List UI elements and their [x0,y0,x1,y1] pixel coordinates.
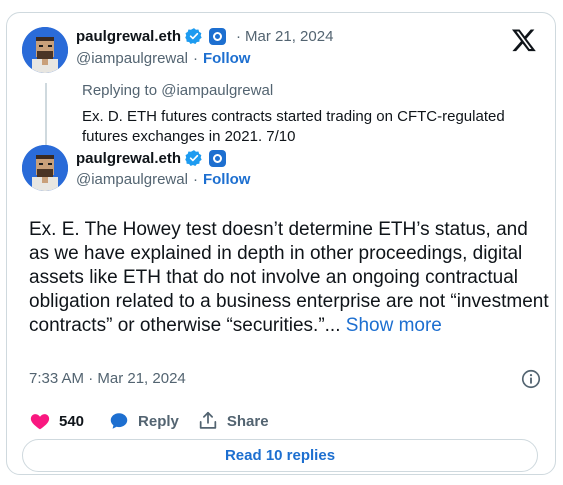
show-more-link[interactable]: Show more [346,315,442,336]
read-replies-button[interactable]: Read 10 replies [22,439,538,472]
tweet-body: Ex. E. The Howey test doesn’t determine … [29,219,549,336]
display-name[interactable]: paulgrewal.eth [76,28,181,45]
reply-button[interactable]: Reply [108,410,179,432]
main-author-row: paulgrewal.eth [76,149,227,167]
verified-badge-icon [185,150,202,166]
tweet-timestamp[interactable]: 7:33 AM · Mar 21, 2024 [29,370,186,387]
like-button[interactable]: 540 [29,410,84,432]
share-button[interactable]: Share [197,410,269,432]
reply-bubble-icon [110,413,128,429]
parent-handle-row: @iampaulgrewal · Follow [76,50,250,67]
parent-author-row: paulgrewal.eth · Mar 21, 2024 [76,27,333,45]
x-logo-icon[interactable] [511,27,537,53]
org-badge-icon [209,149,227,167]
display-name[interactable]: paulgrewal.eth [76,150,181,167]
share-icon [199,411,217,429]
thread-line [45,83,47,151]
separator: · [192,50,198,67]
info-icon[interactable] [520,368,542,390]
replying-to-label[interactable]: Replying to @iampaulgrewal [82,82,273,99]
heart-icon [30,414,50,430]
parent-tweet-text: Ex. D. ETH futures contracts started tra… [82,108,505,145]
separator: · [192,171,198,188]
separator: · [236,27,242,45]
org-badge-icon [209,27,227,45]
tweet-embed-card: paulgrewal.eth · Mar 21, 2024 @iampaulgr… [6,12,556,475]
tweet-text: Ex. E. The Howey test doesn’t determine … [29,218,549,338]
main-handle-row: @iampaulgrewal · Follow [76,171,250,188]
avatar[interactable] [22,27,68,73]
like-count: 540 [59,412,85,430]
tweet-date[interactable]: Mar 21, 2024 [245,28,333,45]
handle[interactable]: @iampaulgrewal [76,50,188,67]
share-label: Share [226,412,269,430]
handle[interactable]: @iampaulgrewal [76,171,188,188]
reply-label: Reply [138,412,179,430]
follow-button[interactable]: Follow [203,50,251,67]
verified-badge-icon [185,28,202,44]
avatar[interactable] [22,145,68,191]
follow-button[interactable]: Follow [203,171,251,188]
tweet-actions: 540 Reply Share [29,410,287,432]
